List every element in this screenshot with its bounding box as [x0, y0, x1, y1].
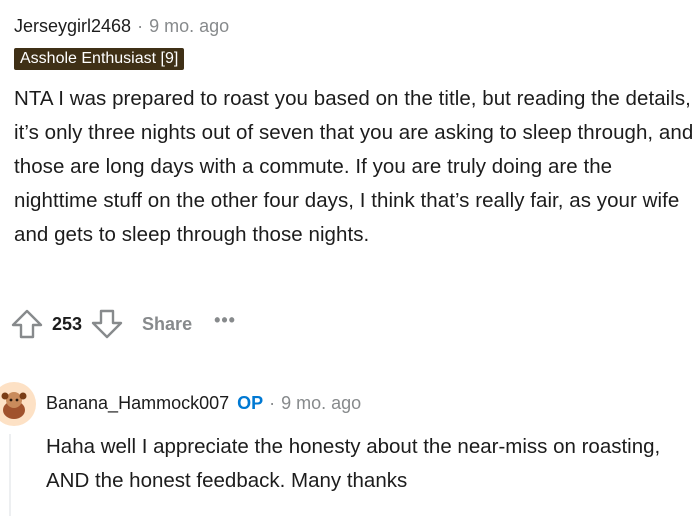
more-icon[interactable]: ••• — [214, 310, 236, 331]
meta-separator: · — [269, 392, 276, 413]
reply-meta: Banana_Hammock007 OP · 9 mo. ago — [46, 390, 361, 416]
reply-timestamp[interactable]: 9 mo. ago — [281, 393, 361, 414]
comment-body: NTA I was prepared to roast you based on… — [14, 87, 694, 246]
downvote-icon — [91, 309, 123, 339]
snoo-avatar-icon[interactable] — [0, 382, 36, 426]
downvote-button[interactable] — [90, 307, 124, 341]
thread-line[interactable] — [9, 434, 11, 516]
upvote-button[interactable] — [10, 307, 44, 341]
user-flair: Asshole Enthusiast [9] — [14, 48, 185, 70]
share-button[interactable]: Share — [142, 314, 192, 335]
upvote-icon — [11, 309, 43, 339]
comment: Jerseygirl2468 · 9 mo. ago Asshole Enthu… — [14, 14, 694, 252]
comment-meta: Jerseygirl2468 · 9 mo. ago — [14, 14, 694, 38]
comment-actions: 253 Share ••• — [10, 306, 236, 342]
op-badge: OP — [237, 392, 264, 413]
vote-score: 253 — [52, 313, 83, 334]
comment-timestamp[interactable]: 9 mo. ago — [149, 16, 229, 37]
meta-separator: · — [137, 15, 144, 36]
reply-body: Haha well I appreciate the honesty about… — [46, 435, 661, 492]
reply-comment: Banana_Hammock007 OP · 9 mo. ago Haha we… — [0, 378, 700, 516]
reply-username[interactable]: Banana_Hammock007 — [46, 393, 229, 414]
comment-username[interactable]: Jerseygirl2468 — [14, 16, 131, 37]
